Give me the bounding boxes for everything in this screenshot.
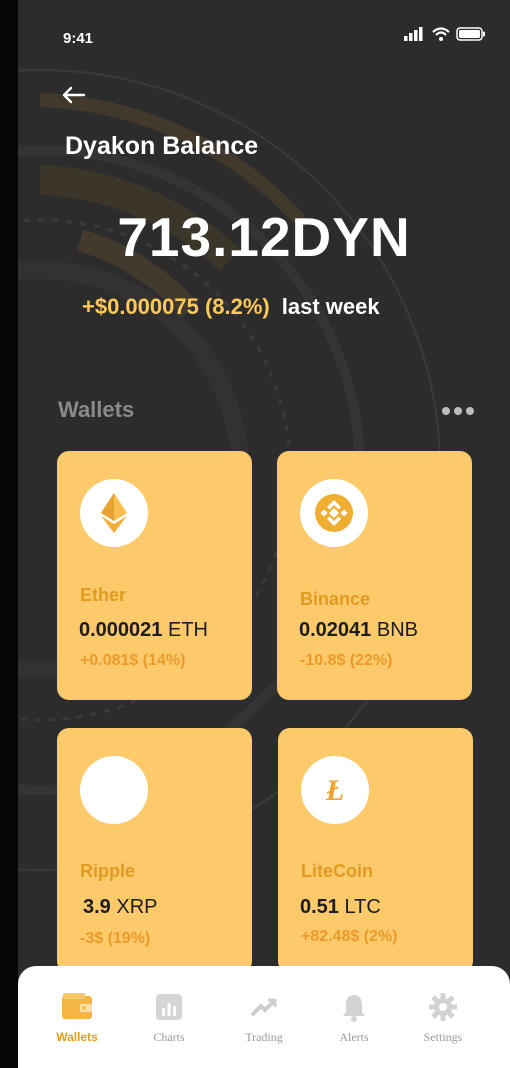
wallet-amount-value: 0.51 — [300, 896, 339, 918]
wallet-symbol: ETH — [167, 619, 208, 641]
balance-change-amount: +$0.000075 (8.2%) — [82, 294, 270, 319]
wallet-name: LiteCoin — [301, 861, 373, 881]
page-title: Dyakon Balance — [65, 132, 259, 160]
nav-item-trading[interactable]: Trading — [224, 990, 304, 1045]
balance-change-period: last week — [281, 294, 380, 319]
svg-text:Ł: Ł — [325, 774, 344, 807]
wallet-card-ether[interactable]: Ether 0.000021 ETH +0.081$ (14%) — [57, 451, 252, 700]
litecoin-icon: Ł — [301, 756, 369, 824]
wallet-amount-value: 0.000021 — [79, 619, 163, 641]
wallet-name: Binance — [300, 589, 371, 609]
nav-label: Settings — [423, 1030, 463, 1044]
wallet-delta: +0.081$ (14%) — [80, 652, 186, 669]
nav-item-alerts[interactable]: Alerts — [314, 990, 394, 1045]
trading-icon — [251, 998, 277, 1016]
binance-icon — [300, 479, 368, 547]
nav-item-wallets[interactable]: Wallets — [37, 990, 117, 1044]
status-time: 9:41 — [63, 30, 94, 47]
back-arrow-icon[interactable] — [58, 80, 88, 110]
wallet-card-litecoin[interactable]: Ł LiteCoin 0.51 LTC +82.48$ (2%) — [278, 728, 473, 973]
wallet-card-binance[interactable]: Binance 0.02041 BNB -10.8$ (22%) — [277, 451, 472, 700]
bottom-nav: Wallets Charts Trading Alerts Settings — [18, 966, 510, 1068]
wallet-icon — [62, 993, 92, 1019]
signal-icon — [404, 27, 423, 41]
wallet-symbol: BNB — [376, 619, 418, 641]
wallet-card-ripple[interactable]: Ripple 3.9 XRP -3$ (19%) — [57, 728, 252, 973]
more-options-icon[interactable] — [440, 404, 476, 418]
wallet-name: Ripple — [80, 861, 136, 881]
wallet-amount: 0.000021 ETH — [79, 619, 208, 642]
phone-screen: 9:41 Dyakon Balance 713.12DYN +$0.000075… — [18, 0, 510, 1068]
wallets-heading: Wallets — [58, 397, 135, 422]
bell-icon — [343, 995, 365, 1022]
wallet-amount: 0.51 LTC — [300, 896, 381, 919]
nav-label: Charts — [153, 1030, 185, 1044]
nav-label: Wallets — [56, 1030, 98, 1044]
wallet-amount: 3.9 XRP — [83, 896, 158, 919]
wallet-symbol: XRP — [116, 896, 158, 918]
wallet-delta: -10.8$ (22%) — [300, 652, 393, 669]
wallet-amount: 0.02041 BNB — [299, 619, 418, 642]
nav-label: Trading — [245, 1030, 283, 1044]
wallet-delta: -3$ (19%) — [80, 930, 151, 947]
balance-change: +$0.000075 (8.2%) last week — [82, 294, 380, 320]
ethereum-icon — [80, 479, 148, 547]
nav-label: Alerts — [339, 1030, 369, 1044]
nav-item-charts[interactable]: Charts — [129, 990, 209, 1045]
ripple-icon — [80, 756, 148, 824]
gear-icon — [429, 993, 457, 1021]
wallet-amount-value: 0.02041 — [299, 619, 372, 641]
nav-item-settings[interactable]: Settings — [403, 990, 483, 1045]
chart-icon — [156, 994, 182, 1020]
status-icons — [404, 27, 486, 41]
wallet-symbol: LTC — [344, 896, 381, 918]
wallet-amount-value: 3.9 — [83, 896, 111, 918]
wallet-delta: +82.48$ (2%) — [301, 928, 398, 945]
wallet-name: Ether — [80, 585, 127, 605]
wifi-icon — [432, 27, 450, 41]
battery-icon — [456, 27, 485, 41]
balance-amount: 713.12DYN — [117, 206, 411, 268]
